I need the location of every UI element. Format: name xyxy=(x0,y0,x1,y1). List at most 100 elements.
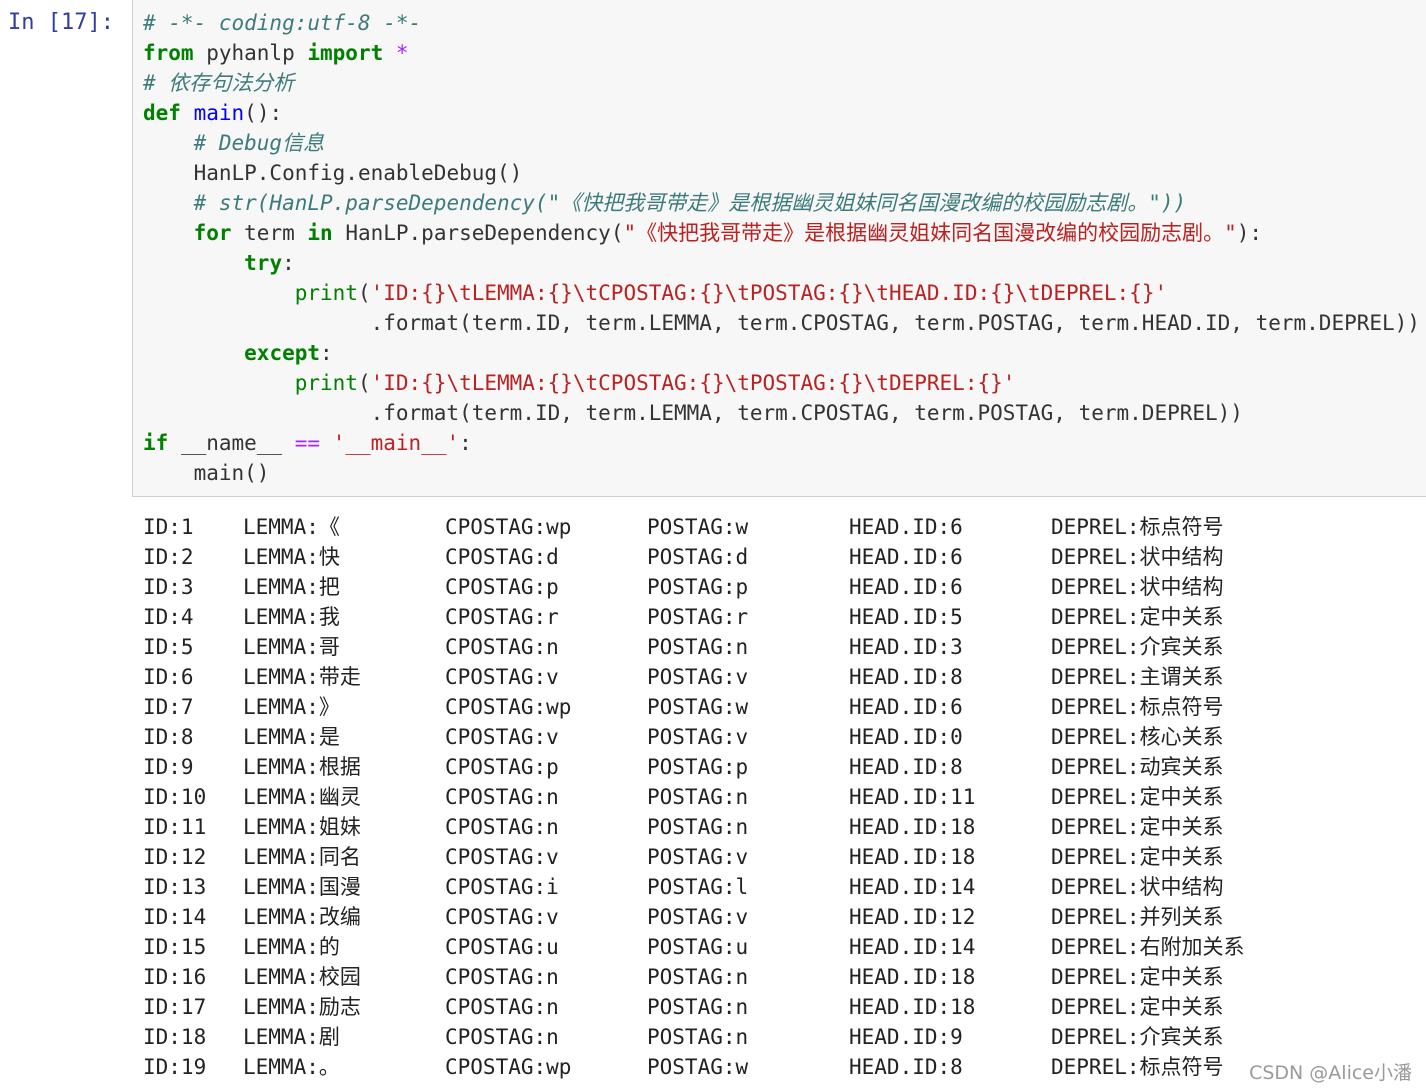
output-cell: LEMMA:姐妹 xyxy=(243,815,361,839)
output-cell: CPOSTAG:n xyxy=(445,1025,559,1049)
output-cell: LEMMA:带走 xyxy=(243,665,361,689)
output-cell: ID:8 xyxy=(143,725,194,749)
output-cell: POSTAG:l xyxy=(647,875,749,899)
output-cell: HEAD.ID:8 xyxy=(849,755,963,779)
output-cell: POSTAG:v xyxy=(647,905,749,929)
output-cell: ID:14 xyxy=(143,905,207,929)
output-cell: CPOSTAG:v xyxy=(445,665,559,689)
output-row: ID:12 LEMMA:同名 CPOSTAG:v POSTAG:v HEAD.ID:18… xyxy=(143,842,1423,872)
output-cell: DEPREL:动宾关系 xyxy=(1051,755,1224,779)
code-input-area[interactable]: # -*- coding:utf-8 -*- from pyhanlp impo… xyxy=(132,0,1426,497)
output-cell: HEAD.ID:8 xyxy=(849,1055,963,1079)
output-cell: LEMMA:是 xyxy=(243,725,340,749)
output-cell: HEAD.ID:6 xyxy=(849,545,963,569)
output-cell: HEAD.ID:11 xyxy=(849,785,976,809)
watermark: CSDN @Alice小潘 xyxy=(1249,1062,1412,1084)
output-cell: ID:13 xyxy=(143,875,207,899)
output-cell: POSTAG:w xyxy=(647,695,749,719)
output-cell: CPOSTAG:v xyxy=(445,845,559,869)
output-cell: CPOSTAG:n xyxy=(445,785,559,809)
output-row: ID:6 LEMMA:带走 CPOSTAG:v POSTAG:v HEAD.ID:8 DE… xyxy=(143,662,1423,692)
code-comment: # Debug信息 xyxy=(193,131,325,155)
code-text: .format(term.ID, term.LEMMA, term.CPOSTA… xyxy=(370,311,1420,335)
code-text: .format(term.ID, term.LEMMA, term.CPOSTA… xyxy=(370,401,1243,425)
output-cell: POSTAG:v xyxy=(647,725,749,749)
output-cell: DEPREL:状中结构 xyxy=(1051,575,1224,599)
output-row: ID:8 LEMMA:是 CPOSTAG:v POSTAG:v HEAD.ID:0 DEP… xyxy=(143,722,1423,752)
output-cell: ID:12 xyxy=(143,845,207,869)
output-row: ID:14 LEMMA:改编 CPOSTAG:v POSTAG:v HEAD.ID:12… xyxy=(143,902,1423,932)
output-cell: HEAD.ID:6 xyxy=(849,515,963,539)
output-cell: ID:4 xyxy=(143,605,194,629)
cell-output: ID:1 LEMMA:《 CPOSTAG:wp POSTAG:w HEAD.ID:6 DE… xyxy=(143,512,1423,1082)
output-cell: HEAD.ID:0 xyxy=(849,725,963,749)
output-cell: ID:17 xyxy=(143,995,207,1019)
output-cell: POSTAG:n xyxy=(647,785,749,809)
output-cell: LEMMA:同名 xyxy=(243,845,361,869)
output-row: ID:2 LEMMA:快 CPOSTAG:d POSTAG:d HEAD.ID:6 DEP… xyxy=(143,542,1423,572)
output-row: ID:17 LEMMA:励志 CPOSTAG:n POSTAG:n HEAD.ID:18… xyxy=(143,992,1423,1022)
output-cell: ID:3 xyxy=(143,575,194,599)
code-comment: # -*- coding:utf-8 -*- xyxy=(143,11,422,35)
output-cell: CPOSTAG:p xyxy=(445,755,559,779)
output-cell: HEAD.ID:5 xyxy=(849,605,963,629)
output-cell: HEAD.ID:14 xyxy=(849,935,976,959)
output-cell: CPOSTAG:r xyxy=(445,605,559,629)
output-cell: POSTAG:d xyxy=(647,545,749,569)
output-cell: ID:15 xyxy=(143,935,207,959)
output-cell: DEPREL:定中关系 xyxy=(1051,995,1224,1019)
output-row: ID:10 LEMMA:幽灵 CPOSTAG:n POSTAG:n HEAD.ID:11… xyxy=(143,782,1423,812)
output-cell: DEPREL:介宾关系 xyxy=(1051,1025,1224,1049)
output-cell: HEAD.ID:14 xyxy=(849,875,976,899)
output-cell: CPOSTAG:d xyxy=(445,545,559,569)
code-operator: == xyxy=(294,431,321,455)
output-cell: CPOSTAG:u xyxy=(445,935,559,959)
output-cell: POSTAG:n xyxy=(647,815,749,839)
code-string: 'ID:{}\tLEMMA:{}\tCPOSTAG:{}\tPOSTAG:{}\… xyxy=(370,371,1016,395)
output-cell: ID:19 xyxy=(143,1055,207,1079)
output-cell: CPOSTAG:n xyxy=(445,815,559,839)
output-row: ID:15 LEMMA:的 CPOSTAG:u POSTAG:u HEAD.ID:14 D… xyxy=(143,932,1423,962)
output-cell: DEPREL:定中关系 xyxy=(1051,785,1224,809)
code-string: "《快把我哥带走》是根据幽灵姐妹同名国漫改编的校园励志剧。" xyxy=(623,221,1237,245)
output-cell: LEMMA:哥 xyxy=(243,635,340,659)
output-row: ID:18 LEMMA:剧 CPOSTAG:n POSTAG:n HEAD.ID:9 DE… xyxy=(143,1022,1423,1052)
output-cell: CPOSTAG:v xyxy=(445,725,559,749)
output-cell: ID:9 xyxy=(143,755,194,779)
output-cell: DEPREL:并列关系 xyxy=(1051,905,1224,929)
output-cell: POSTAG:n xyxy=(647,1025,749,1049)
output-cell: DEPREL:定中关系 xyxy=(1051,815,1224,839)
output-cell: CPOSTAG:n xyxy=(445,995,559,1019)
code-keyword: try xyxy=(244,251,283,275)
code-text: ): xyxy=(1236,221,1263,245)
output-cell: DEPREL:定中关系 xyxy=(1051,965,1224,989)
output-row: ID:13 LEMMA:国漫 CPOSTAG:i POSTAG:l HEAD.ID:14… xyxy=(143,872,1423,902)
code-keyword: def xyxy=(143,101,181,125)
output-row: ID:19 LEMMA:。 CPOSTAG:wp POSTAG:w HEAD.ID:8 D… xyxy=(143,1052,1423,1082)
output-cell: CPOSTAG:p xyxy=(445,575,559,599)
output-cell: HEAD.ID:18 xyxy=(849,965,976,989)
output-cell: POSTAG:v xyxy=(647,665,749,689)
output-cell: HEAD.ID:6 xyxy=(849,695,963,719)
output-cell: DEPREL:核心关系 xyxy=(1051,725,1224,749)
output-cell: LEMMA:国漫 xyxy=(243,875,361,899)
output-cell: LEMMA:《 xyxy=(243,515,340,539)
output-cell: CPOSTAG:v xyxy=(445,905,559,929)
code-text: HanLP.Config.enableDebug() xyxy=(193,161,523,185)
output-cell: ID:7 xyxy=(143,695,194,719)
output-cell: LEMMA:把 xyxy=(243,575,340,599)
output-cell: LEMMA:我 xyxy=(243,605,340,629)
output-cell: POSTAG:n xyxy=(647,635,749,659)
code-text: term xyxy=(231,221,308,245)
code-editor[interactable]: # -*- coding:utf-8 -*- from pyhanlp impo… xyxy=(143,8,1420,488)
output-cell: POSTAG:p xyxy=(647,575,749,599)
code-keyword: except xyxy=(244,341,321,365)
output-row: ID:4 LEMMA:我 CPOSTAG:r POSTAG:r HEAD.ID:5 DEP… xyxy=(143,602,1423,632)
output-row: ID:3 LEMMA:把 CPOSTAG:p POSTAG:p HEAD.ID:6 DEP… xyxy=(143,572,1423,602)
code-text: HanLP.parseDependency( xyxy=(332,221,624,245)
code-text: main() xyxy=(193,461,270,485)
output-cell: CPOSTAG:wp xyxy=(445,695,572,719)
output-cell: POSTAG:n xyxy=(647,965,749,989)
output-cell: HEAD.ID:8 xyxy=(849,665,963,689)
code-operator: * xyxy=(383,41,409,65)
